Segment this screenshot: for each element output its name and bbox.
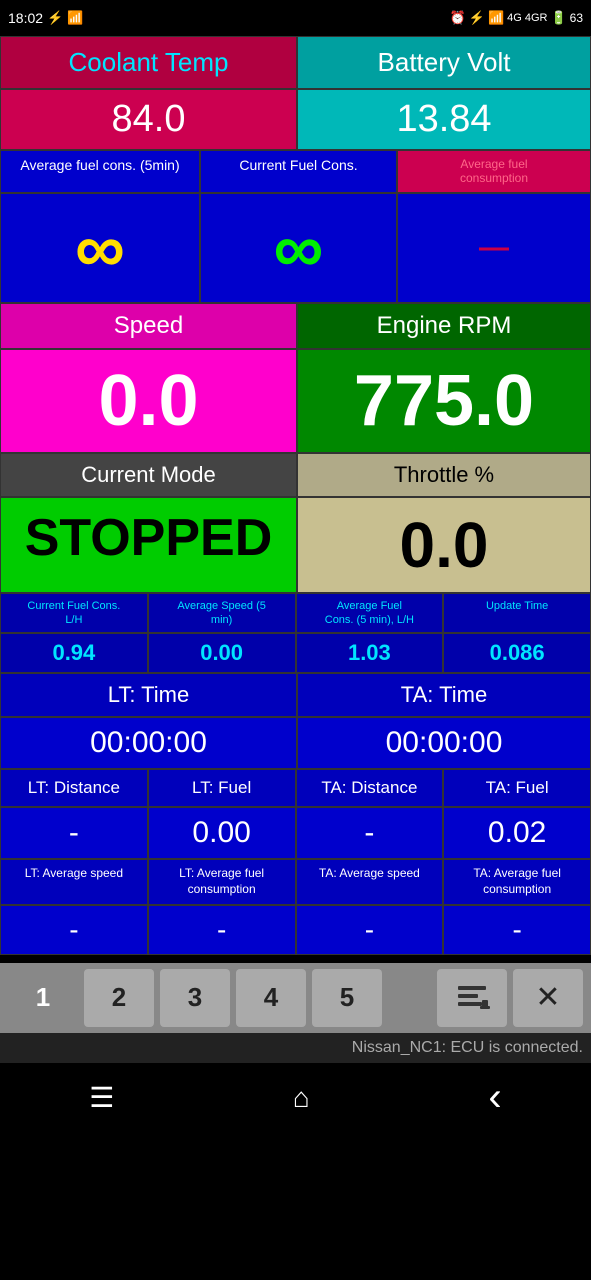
ta-avg-fuel-cons-value: - [443, 905, 591, 955]
infinity-row: ∞ ∞ — [0, 193, 591, 303]
avg-fuel-cons-dash: — [397, 193, 591, 303]
lt-avg-fuel-cons-value: - [148, 905, 296, 955]
current-fuel-cons-value: 0.94 [0, 633, 148, 673]
dist-fuel-values-row: - 0.00 - 0.02 [0, 807, 591, 859]
battery-volt-header: Battery Volt [297, 36, 591, 89]
lt-distance-value: - [0, 807, 148, 859]
update-time-label: Update Time [443, 593, 591, 634]
signal-icon: 📶 [67, 10, 83, 26]
coolant-temp-value: 84.0 [0, 89, 297, 150]
tab-3-button[interactable]: 3 [160, 969, 230, 1027]
lt-distance-label: LT: Distance [0, 769, 148, 807]
tab-bar: 1 2 3 4 5 ✕ [0, 963, 591, 1033]
rpm-label: Engine RPM [297, 303, 591, 349]
speed-label: Speed [0, 303, 297, 349]
status-bar: 18:02 ⚡ 📶 ⏰ ⚡ 📶 4G 4GR 🔋 63 [0, 0, 591, 36]
tab-5-button[interactable]: 5 [312, 969, 382, 1027]
status-icons: ⏰ ⚡ 📶 4G 4GR 🔋 63 [450, 10, 583, 26]
time-display: 18:02 [8, 10, 43, 26]
current-fuel-cons-label: Current Fuel Cons.L/H [0, 593, 148, 634]
ta-fuel-label: TA: Fuel [443, 769, 591, 807]
lt-avg-speed-value: - [0, 905, 148, 955]
ta-time-value: 00:00:00 [297, 717, 591, 769]
ta-time-label: TA: Time [297, 673, 591, 717]
avg-fuel-label: Average fuel cons. (5min) [0, 150, 200, 193]
throttle-value: 0.0 [297, 497, 591, 593]
current-mode-label: Current Mode [0, 453, 297, 497]
ta-distance-label: TA: Distance [296, 769, 444, 807]
avg-fuel-cons-label: Average fuelconsumption [397, 150, 591, 193]
tab-4-button[interactable]: 4 [236, 969, 306, 1027]
ta-fuel-value: 0.02 [443, 807, 591, 859]
lt-time-label: LT: Time [0, 673, 297, 717]
tab-2-button[interactable]: 2 [84, 969, 154, 1027]
rpm-value: 775.0 [297, 349, 591, 453]
current-mode-value: STOPPED [0, 497, 297, 593]
back-button[interactable]: ‹ [488, 1075, 501, 1120]
coolant-temp-header: Coolant Temp [0, 36, 297, 89]
connection-status: Nissan_NC1: ECU is connected. [0, 1033, 591, 1063]
mode-throttle-labels-row: Current Mode Throttle % [0, 453, 591, 497]
lt-ta-time-labels-row: LT: Time TA: Time [0, 673, 591, 717]
menu-button[interactable]: ☰ [89, 1081, 114, 1114]
avg-fuel-cons-5min-label: Average FuelCons. (5 min), L/H [296, 593, 444, 634]
home-button[interactable]: ⌂ [293, 1082, 310, 1114]
alarm-icon: ⏰ [450, 10, 466, 26]
network-4gr-icon: 4GR [525, 12, 548, 24]
lt-fuel-label: LT: Fuel [148, 769, 296, 807]
avg-fuel-infinity: ∞ [0, 193, 200, 303]
small-stats-labels-row: Current Fuel Cons.L/H Average Speed (5mi… [0, 593, 591, 634]
android-nav-bar: ☰ ⌂ ‹ [0, 1063, 591, 1133]
main-content: Coolant Temp Battery Volt 84.0 13.84 Ave… [0, 36, 591, 955]
lt-avg-speed-label: LT: Average speed [0, 859, 148, 904]
mode-throttle-values-row: STOPPED 0.0 [0, 497, 591, 593]
small-stats-values-row: 0.94 0.00 1.03 0.086 [0, 633, 591, 673]
dist-fuel-labels-row: LT: Distance LT: Fuel TA: Distance TA: F… [0, 769, 591, 807]
avg-speed-5min-label: Average Speed (5min) [148, 593, 296, 634]
lt-avg-fuel-cons-label: LT: Average fuelconsumption [148, 859, 296, 904]
sensor-headers-row: Coolant Temp Battery Volt [0, 36, 591, 89]
settings-list-icon [454, 980, 490, 1016]
battery-volt-value: 13.84 [297, 89, 591, 150]
avg-speed-5min-value: 0.00 [148, 633, 296, 673]
battery-percent: 63 [570, 11, 583, 25]
lt-ta-time-values-row: 00:00:00 00:00:00 [0, 717, 591, 769]
update-time-value: 0.086 [443, 633, 591, 673]
ta-avg-speed-value: - [296, 905, 444, 955]
avg-stats-labels-row: LT: Average speed LT: Average fuelconsum… [0, 859, 591, 904]
tab-1-button[interactable]: 1 [8, 969, 78, 1027]
signal-bars-icon: 📶 [488, 10, 504, 26]
speed-rpm-labels-row: Speed Engine RPM [0, 303, 591, 349]
speed-rpm-values-row: 0.0 775.0 [0, 349, 591, 453]
network-4g-icon: 4G [507, 12, 522, 24]
lt-time-value: 00:00:00 [0, 717, 297, 769]
current-fuel-infinity: ∞ [200, 193, 397, 303]
settings-list-button[interactable] [437, 969, 507, 1027]
close-button[interactable]: ✕ [513, 969, 583, 1027]
speed-value: 0.0 [0, 349, 297, 453]
sensor-values-row: 84.0 13.84 [0, 89, 591, 150]
fuel-labels-row: Average fuel cons. (5min) Current Fuel C… [0, 150, 591, 193]
avg-fuel-cons-5min-value: 1.03 [296, 633, 444, 673]
ta-distance-value: - [296, 807, 444, 859]
current-fuel-label: Current Fuel Cons. [200, 150, 397, 193]
ta-avg-fuel-cons-label: TA: Average fuelconsumption [443, 859, 591, 904]
throttle-label: Throttle % [297, 453, 591, 497]
avg-stats-values-row: - - - - [0, 905, 591, 955]
bluetooth-icon: ⚡ [469, 10, 485, 26]
ta-avg-speed-label: TA: Average speed [296, 859, 444, 904]
battery-icon: 🔋 [550, 10, 566, 26]
status-time: 18:02 ⚡ 📶 [8, 10, 83, 26]
wifi-icon: ⚡ [47, 10, 63, 26]
lt-fuel-value: 0.00 [148, 807, 296, 859]
